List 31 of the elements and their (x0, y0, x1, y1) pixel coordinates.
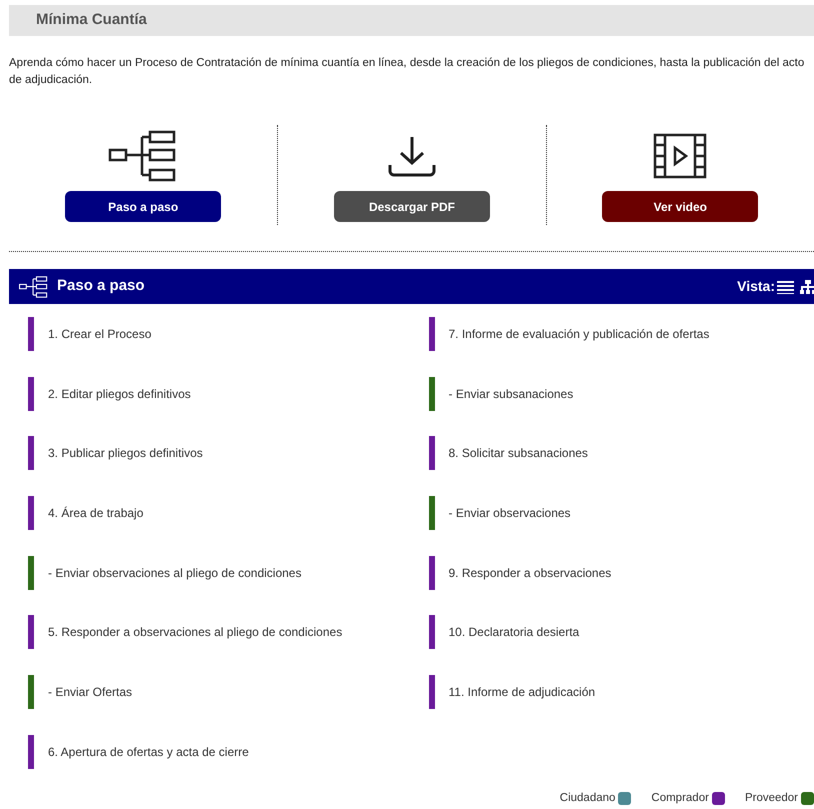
step-link[interactable]: 5. Responder a observaciones al pliego de condiciones (48, 623, 342, 642)
step-link[interactable]: 6. Apertura de ofertas y acta de cierre (48, 742, 249, 761)
flowchart-icon (108, 130, 178, 182)
step-link[interactable]: 2. Editar pliegos definitivos (48, 384, 191, 403)
download-icon (386, 134, 438, 178)
step-link[interactable]: 1. Crear el Proceso (48, 324, 152, 343)
step-link[interactable]: - Enviar Ofertas (48, 682, 132, 701)
panel-title: Paso a paso (57, 276, 145, 296)
legend-label: Ciudadano (560, 790, 616, 806)
intro-text: Aprenda cómo hacer un Proceso de Contratación de mínima cuantía en línea, desde la creación de los pliegos de condiciones, hasta la publicación del acto de adjudicación. (9, 56, 806, 88)
view-label: Vista: (737, 277, 775, 296)
step-link[interactable]: 7. Informe de evaluación y publicación de ofertas (448, 324, 710, 343)
flowchart-icon (18, 276, 49, 298)
list-view-icon[interactable] (777, 280, 794, 294)
film-play-icon (653, 133, 708, 179)
step-link[interactable]: - Enviar subsanaciones (448, 384, 574, 403)
legend-label: Proveedor (744, 790, 798, 806)
action-button[interactable]: Paso a paso (65, 191, 222, 222)
step-link[interactable]: - Enviar observaciones al pliego de condiciones (48, 564, 302, 582)
action-button[interactable]: Descargar PDF (334, 191, 490, 222)
step-link[interactable]: 4. Área de trabajo (48, 504, 144, 522)
step-link[interactable]: 3. Publicar pliegos definitivos (48, 444, 203, 462)
step-link[interactable]: - Enviar observaciones (448, 504, 571, 522)
action-button[interactable]: Ver video (602, 191, 758, 222)
step-link[interactable]: 8. Solicitar subsanaciones (448, 444, 588, 462)
step-link[interactable]: 10. Declaratoria desierta (448, 623, 580, 642)
tree-view-icon[interactable] (800, 280, 814, 294)
step-link[interactable]: 11. Informe de adjudicación (448, 682, 596, 701)
legend-label: Comprador (651, 790, 709, 806)
step-link[interactable]: 9. Responder a observaciones (448, 564, 612, 582)
section-title: Mínima Cuantía (36, 10, 147, 30)
